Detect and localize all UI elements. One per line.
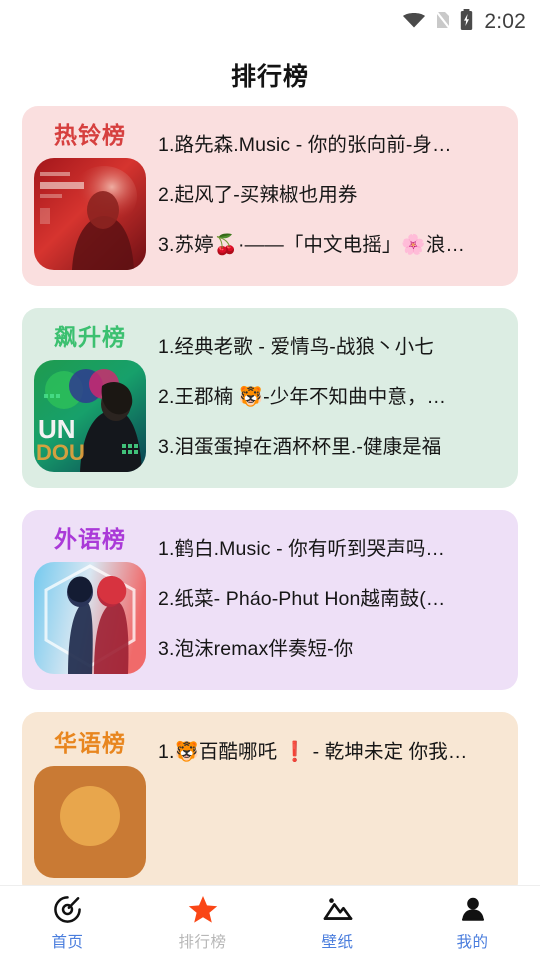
chart-song-list: 1.经典老歌 - 爱情鸟-战狼丶小七 2.王郡楠 🐯-少年不知曲中意，… 3.泪… [158,322,518,472]
page-header: 排行榜 [0,44,540,106]
page-title: 排行榜 [230,63,309,91]
chart-card-left-column: 外语榜 [22,524,158,674]
chart-card-chinese[interactable]: 华语榜 1.🐯百酷哪吒 ❗ - 乾坤未定 你我… [22,712,518,885]
chart-song-list: 1.🐯百酷哪吒 ❗ - 乾坤未定 你我… [158,726,518,878]
chart-song-list: 1.路先森.Music - 你的张向前-身… 2.起风了-买辣椒也用券 3.苏婷… [158,120,518,270]
star-icon [188,894,218,924]
nav-item-home[interactable]: 首页 [0,894,135,952]
album-cover-red-portrait[interactable] [34,158,146,270]
list-item[interactable]: 3.泡沫remax伴奏短-你 [158,624,500,674]
chart-song-list: 1.鹤白.Music - 你有听到哭声吗… 2.纸菜- Pháo-Phut Ho… [158,524,518,674]
chart-card-rising[interactable]: 飙升榜 UN DOU 1.经典老歌 - 爱情鸟-战狼丶小七 2.王郡楠 🐯-少年… [22,308,518,488]
person-icon [459,894,487,924]
album-cover-blue-red-duo[interactable] [34,562,146,674]
nav-item-wallpaper[interactable]: 壁纸 [270,894,405,952]
list-item[interactable]: 2.纸菜- Pháo-Phut Hon越南鼓(… [158,574,500,624]
battery-charging-icon [460,9,473,35]
album-cover-green-portrait[interactable]: UN DOU [34,360,146,472]
image-mountain-icon [323,894,353,924]
chart-title: 华语榜 [54,730,126,756]
chart-title: 外语榜 [54,526,126,552]
nav-label-profile: 我的 [456,934,489,951]
list-item[interactable]: 1.经典老歌 - 爱情鸟-战狼丶小七 [158,322,500,372]
no-sim-icon [435,9,452,35]
list-item[interactable]: 1.鹤白.Music - 你有听到哭声吗… [158,524,500,574]
nav-item-charts[interactable]: 排行榜 [135,894,270,952]
bottom-navigation-bar: 首页 排行榜 壁纸 我的 [0,885,540,960]
list-item[interactable]: 3.泪蛋蛋掉在酒杯杯里.-健康是福 [158,422,500,472]
nav-label-charts: 排行榜 [178,934,227,951]
list-item[interactable]: 2.起风了-买辣椒也用券 [158,170,500,220]
chart-title: 热铃榜 [54,122,126,148]
compass-icon [53,894,82,924]
chart-card-left-column: 飙升榜 UN DOU [22,322,158,472]
chart-card-hot-ringtone[interactable]: 热铃榜 1.路先森.Music - 你的张向前-身… 2.起风了-买辣椒也用券 … [22,106,518,286]
album-cover-chinese[interactable] [34,766,146,878]
status-bar: 2:02 [0,0,540,44]
list-item[interactable]: 2.王郡楠 🐯-少年不知曲中意，… [158,372,500,422]
list-item[interactable]: 3.苏婷🍒·——「中文电摇」🌸浪… [158,220,500,270]
list-item[interactable]: 1.🐯百酷哪吒 ❗ - 乾坤未定 你我… [158,732,500,772]
chart-title: 飙升榜 [54,324,126,350]
nav-label-home: 首页 [51,934,84,951]
chart-list-scroll-area[interactable]: 热铃榜 1.路先森.Music - 你的张向前-身… 2.起风了-买辣椒也用券 … [0,106,540,885]
status-time: 2:02 [484,10,526,33]
nav-label-wallpaper: 壁纸 [321,934,354,951]
wifi-icon [402,11,426,34]
chart-card-left-column: 热铃榜 [22,120,158,270]
nav-item-profile[interactable]: 我的 [405,894,540,952]
chart-card-foreign-language[interactable]: 外语榜 1.鹤白.Music - 你有听到哭声吗… 2.纸菜- Pháo-Phu… [22,510,518,690]
list-item[interactable]: 1.路先森.Music - 你的张向前-身… [158,120,500,170]
svg-text:DOU: DOU [36,440,85,465]
chart-card-left-column: 华语榜 [22,726,158,878]
